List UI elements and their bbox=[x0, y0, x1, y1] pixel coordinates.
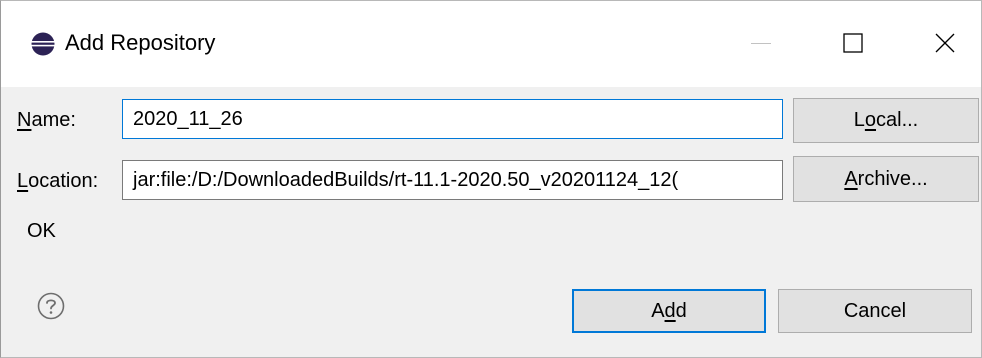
cancel-button[interactable]: Cancel bbox=[778, 289, 972, 333]
add-repository-dialog: Add Repository Name: 2020_11_26 Lo cal...… bbox=[0, 0, 982, 358]
close-button[interactable] bbox=[915, 21, 975, 65]
minimize-button[interactable] bbox=[731, 21, 791, 65]
location-input[interactable]: jar:file:/D:/DownloadedBuilds/rt-11.1-20… bbox=[122, 160, 783, 200]
help-icon[interactable] bbox=[37, 292, 65, 320]
minimize-icon bbox=[751, 42, 771, 44]
location-label: Location: bbox=[17, 170, 99, 192]
title-bar[interactable]: Add Repository bbox=[1, 1, 981, 87]
eclipse-icon bbox=[31, 32, 55, 56]
dialog-title: Add Repository bbox=[65, 30, 216, 55]
status-text: OK bbox=[27, 220, 56, 242]
archive-button[interactable]: Archive... bbox=[793, 156, 979, 202]
name-input[interactable]: 2020_11_26 bbox=[122, 99, 783, 139]
local-button[interactable]: Lo cal... bbox=[793, 98, 979, 143]
close-icon bbox=[935, 33, 955, 53]
maximize-icon bbox=[843, 33, 863, 53]
name-label: Name: bbox=[17, 109, 76, 131]
maximize-button[interactable] bbox=[823, 21, 883, 65]
add-button[interactable]: Add bbox=[572, 289, 766, 333]
